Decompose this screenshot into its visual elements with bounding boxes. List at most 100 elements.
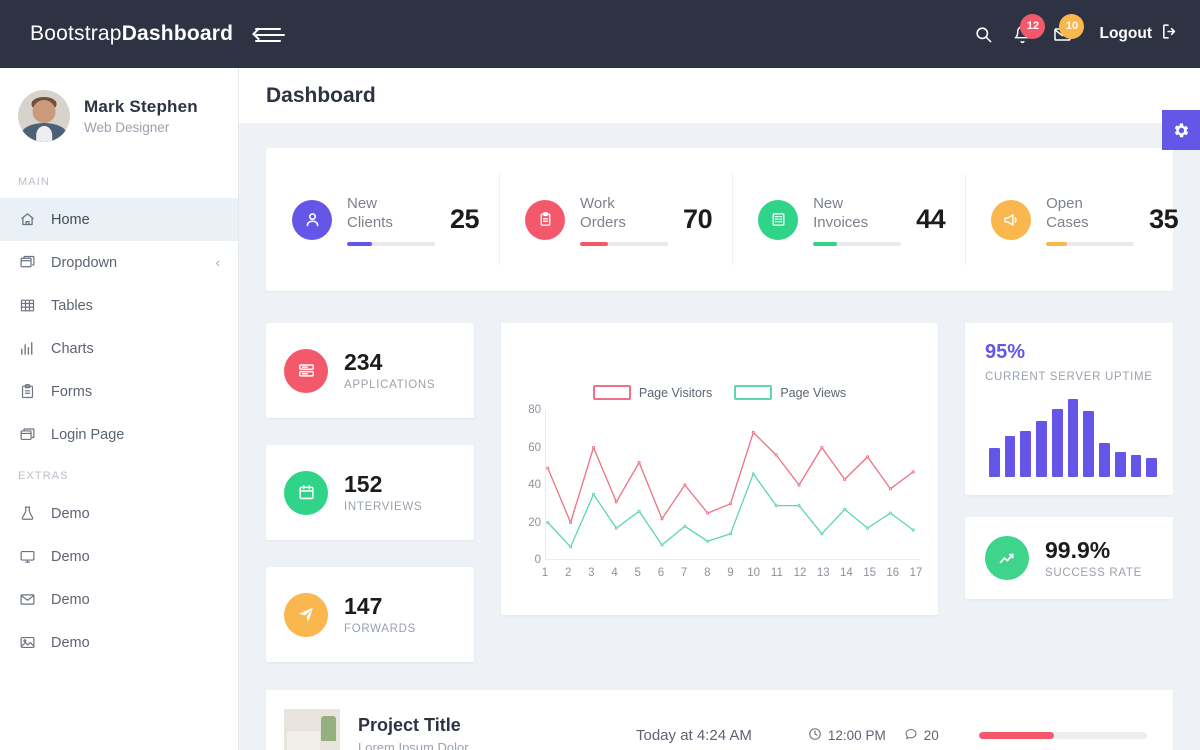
sidebar-item-charts[interactable]: Charts xyxy=(0,327,238,370)
stat-label: Work Orders xyxy=(580,194,652,233)
sidebar-profile[interactable]: Mark Stephen Web Designer xyxy=(0,68,238,162)
project-subtitle: Lorem Ipsum Dolor xyxy=(358,740,608,750)
sidebar-item-demo-monitor[interactable]: Demo xyxy=(0,535,238,578)
messages-envelope-icon[interactable]: 10 xyxy=(1052,25,1073,44)
sidebar-item-label: Demo xyxy=(51,549,90,565)
uptime-bar xyxy=(1052,409,1063,477)
server-icon xyxy=(284,349,328,393)
x-tick-label: 13 xyxy=(817,567,830,579)
x-tick-label: 16 xyxy=(886,567,899,579)
sidebar-item-label: Dropdown xyxy=(51,255,117,271)
success-rate-label: SUCCESS RATE xyxy=(1045,567,1142,579)
sidebar-item-login-page[interactable]: Login Page xyxy=(0,413,238,456)
notifications-badge: 12 xyxy=(1020,14,1045,39)
sidebar-item-home[interactable]: Home xyxy=(0,198,238,241)
legend-label: Page Visitors xyxy=(639,386,712,400)
sidebar-item-label: Demo xyxy=(51,635,90,651)
x-tick-label: 10 xyxy=(747,567,760,579)
x-tick-label: 17 xyxy=(910,567,923,579)
uptime-percent: 95% xyxy=(985,341,1157,364)
notifications-bell-icon[interactable]: 12 xyxy=(1013,25,1032,44)
project-time: 12:00 PM xyxy=(808,727,886,744)
uptime-bar xyxy=(989,448,1000,477)
project-progress-bar xyxy=(979,732,1147,739)
content-area: New Clients 25 Work Orders 70 xyxy=(239,124,1200,750)
y-tick-label: 60 xyxy=(519,442,541,454)
sidebar-item-demo-mail[interactable]: Demo xyxy=(0,578,238,621)
project-list-item[interactable]: Project Title Lorem Ipsum Dolor Today at… xyxy=(266,690,1173,750)
brand-logo[interactable]: BootstrapDashboard xyxy=(30,22,233,46)
sidebar-item-dropdown[interactable]: Dropdown ‹ xyxy=(0,241,238,284)
sidebar-item-tables[interactable]: Tables xyxy=(0,284,238,327)
invoice-icon xyxy=(758,200,798,240)
table-grid-icon xyxy=(18,296,37,315)
project-comments-count: 20 xyxy=(924,728,939,743)
stat-progress-bar xyxy=(813,242,901,246)
x-tick-label: 12 xyxy=(794,567,807,579)
sidebar-item-demo-image[interactable]: Demo xyxy=(0,621,238,664)
menu-collapse-icon[interactable] xyxy=(255,22,285,46)
sidebar-item-demo-flask[interactable]: Demo xyxy=(0,492,238,535)
sidebar-item-forms[interactable]: Forms xyxy=(0,370,238,413)
server-uptime-card: 95% CURRENT SERVER UPTIME xyxy=(965,323,1173,495)
x-tick-label: 5 xyxy=(635,567,641,579)
sidebar-item-label: Forms xyxy=(51,384,92,400)
x-tick-label: 7 xyxy=(681,567,687,579)
gear-icon[interactable] xyxy=(1162,110,1200,150)
uptime-bar xyxy=(1020,431,1031,477)
paper-plane-icon xyxy=(284,593,328,637)
stat-progress-bar xyxy=(1046,242,1134,246)
chart-legend: Page Visitors Page Views xyxy=(515,385,924,400)
stat-value: 70 xyxy=(683,204,712,235)
chart-markers xyxy=(545,410,916,560)
sidebar-item-label: Login Page xyxy=(51,427,124,443)
x-tick-label: 3 xyxy=(588,567,594,579)
megaphone-icon xyxy=(991,200,1031,240)
uptime-bar xyxy=(1146,458,1157,477)
uptime-bar xyxy=(1036,421,1047,477)
project-time-label: 12:00 PM xyxy=(828,728,886,743)
x-tick-label: 1 xyxy=(542,567,548,579)
legend-swatch xyxy=(734,385,772,400)
uptime-bar xyxy=(1005,436,1016,477)
sidebar-item-label: Tables xyxy=(51,298,93,314)
messages-badge: 10 xyxy=(1059,14,1084,39)
y-tick-label: 80 xyxy=(519,404,541,416)
project-progress-fill xyxy=(979,732,1055,739)
stat-new-invoices: New Invoices 44 xyxy=(732,148,965,291)
sidebar-item-label: Home xyxy=(51,212,90,228)
success-rate-value: 99.9% xyxy=(1045,537,1142,564)
uptime-bar xyxy=(1131,455,1142,477)
uptime-bar xyxy=(1083,411,1094,477)
project-date: Today at 4:24 AM xyxy=(636,727,752,744)
project-meta: 12:00 PM 20 xyxy=(808,727,939,744)
mini-stat-label: FORWARDS xyxy=(344,623,416,635)
browser-icon xyxy=(18,253,37,272)
uptime-bar xyxy=(1068,399,1079,477)
mini-stat-value: 234 xyxy=(344,350,435,375)
search-icon[interactable] xyxy=(974,25,993,44)
image-icon xyxy=(18,633,37,652)
profile-role: Web Designer xyxy=(84,120,198,135)
legend-label: Page Views xyxy=(780,386,846,400)
chevron-left-icon: ‹ xyxy=(216,255,220,270)
y-tick-label: 20 xyxy=(519,517,541,529)
mail-icon xyxy=(18,590,37,609)
legend-item-page-views[interactable]: Page Views xyxy=(734,385,846,400)
x-tick-label: 6 xyxy=(658,567,664,579)
stat-value: 25 xyxy=(450,204,479,235)
uptime-bar-chart xyxy=(985,399,1157,477)
legend-item-page-visitors[interactable]: Page Visitors xyxy=(593,385,712,400)
uptime-bar xyxy=(1115,452,1126,477)
monitor-icon xyxy=(18,547,37,566)
stat-work-orders: Work Orders 70 xyxy=(499,148,732,291)
stat-label: Open Cases xyxy=(1046,194,1118,233)
mini-stats-column: 234 APPLICATIONS 152 INTERVIEWS xyxy=(266,323,474,662)
stat-progress-fill xyxy=(580,242,608,246)
home-icon xyxy=(18,210,37,229)
project-info: Project Title Lorem Ipsum Dolor xyxy=(358,715,608,750)
calendar-icon xyxy=(284,471,328,515)
mini-stat-value: 152 xyxy=(344,472,422,497)
stat-value: 44 xyxy=(916,204,945,235)
logout-button[interactable]: Logout xyxy=(1099,23,1178,45)
